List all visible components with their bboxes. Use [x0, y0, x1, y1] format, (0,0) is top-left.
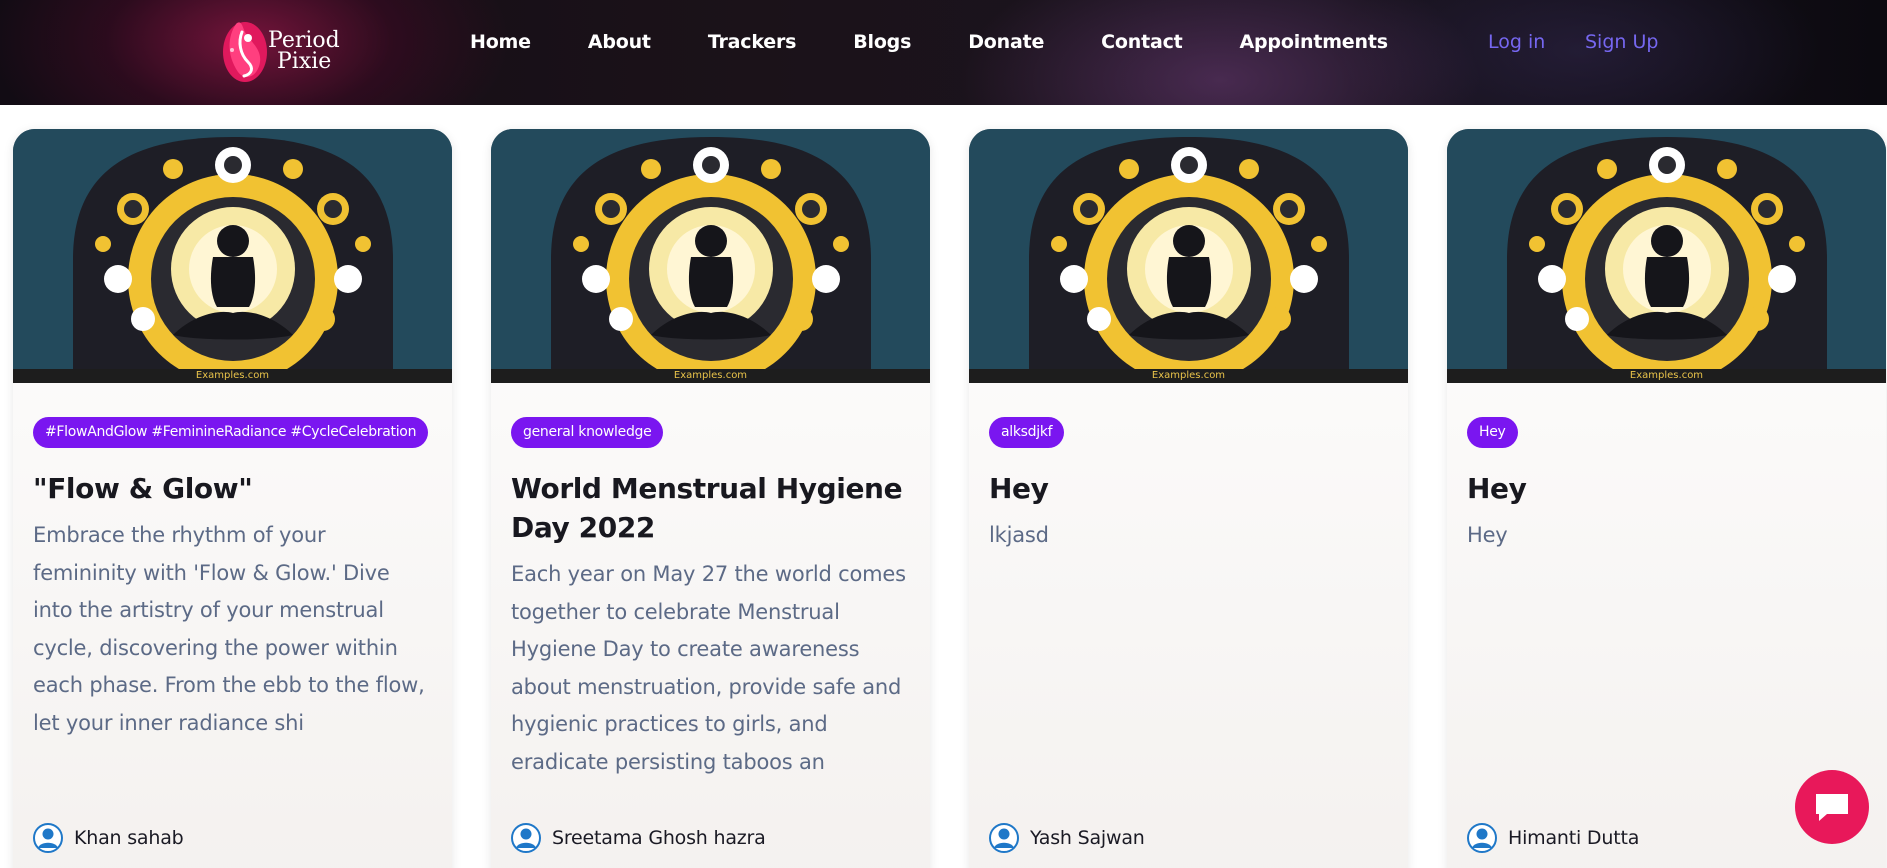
card-title[interactable]: World Menstrual Hygiene Day 2022 [511, 469, 911, 547]
card-tag[interactable]: general knowledge [511, 417, 664, 448]
signup-link[interactable]: Sign Up [1585, 31, 1658, 53]
author-name[interactable]: Himanti Dutta [1508, 827, 1639, 849]
nav-home[interactable]: Home [470, 31, 531, 53]
card-illustration-icon [1447, 129, 1886, 369]
card-excerpt: Hey [1467, 523, 1508, 547]
image-caption: Examples.com [13, 369, 452, 383]
card-title[interactable]: Hey [1467, 469, 1867, 508]
user-avatar-icon [1467, 823, 1497, 853]
card-image [491, 129, 930, 383]
card-author: Yash Sajwan [989, 822, 1145, 854]
card-tag[interactable]: #FlowAndGlow #FeminineRadiance #CycleCel… [33, 417, 429, 448]
nav-contact[interactable]: Contact [1101, 31, 1183, 53]
card-illustration-icon [13, 129, 452, 369]
user-avatar-icon [33, 823, 63, 853]
image-caption: Examples.com [969, 369, 1408, 383]
main-nav: Home About Trackers Blogs Donate Contact… [470, 29, 1445, 55]
card-image [969, 129, 1408, 383]
card-title[interactable]: Hey [989, 469, 1389, 508]
author-name[interactable]: Yash Sajwan [1030, 827, 1145, 849]
card-excerpt: Embrace the rhythm of your femininity wi… [33, 523, 425, 735]
card-illustration-icon [969, 129, 1408, 369]
card-illustration-icon [491, 129, 930, 369]
brand-line-1: Period [268, 28, 340, 53]
brand-name[interactable]: Period Pixie [268, 28, 340, 74]
card-excerpt: lkjasd [989, 523, 1049, 547]
user-avatar-icon [989, 823, 1019, 853]
blog-card-4[interactable]: Examples.com Hey Hey Hey Himanti Dutta [1447, 129, 1886, 868]
nav-trackers[interactable]: Trackers [708, 31, 797, 53]
user-avatar-icon [511, 823, 541, 853]
chat-button[interactable] [1795, 770, 1869, 844]
nav-about[interactable]: About [588, 31, 651, 53]
card-tag[interactable]: Hey [1467, 417, 1518, 448]
card-author: Himanti Dutta [1467, 822, 1639, 854]
card-image [13, 129, 452, 383]
card-author: Khan sahab [33, 822, 184, 854]
blog-card-2[interactable]: Examples.com general knowledge World Men… [491, 129, 930, 868]
login-link[interactable]: Log in [1488, 31, 1545, 53]
author-name[interactable]: Khan sahab [74, 827, 184, 849]
image-caption: Examples.com [1447, 369, 1886, 383]
card-tag[interactable]: alksdjkf [989, 417, 1065, 448]
card-image [1447, 129, 1886, 383]
nav-appointments[interactable]: Appointments [1240, 31, 1388, 53]
card-excerpt: Each year on May 27 the world comes toge… [511, 562, 906, 774]
blog-card-3[interactable]: Examples.com alksdjkf Hey lkjasd Yash Sa… [969, 129, 1408, 868]
brand-line-2: Pixie [277, 49, 332, 74]
nav-donate[interactable]: Donate [968, 31, 1044, 53]
card-title[interactable]: "Flow & Glow" [33, 469, 433, 508]
nav-blogs[interactable]: Blogs [853, 31, 911, 53]
card-author: Sreetama Ghosh hazra [511, 822, 766, 854]
image-caption: Examples.com [491, 369, 930, 383]
navbar: Period Pixie Home About Trackers Blogs D… [0, 0, 1887, 105]
author-name[interactable]: Sreetama Ghosh hazra [552, 827, 766, 849]
blog-card-1[interactable]: Examples.com #FlowAndGlow #FeminineRadia… [13, 129, 452, 868]
chat-bubble-icon [1816, 794, 1848, 821]
